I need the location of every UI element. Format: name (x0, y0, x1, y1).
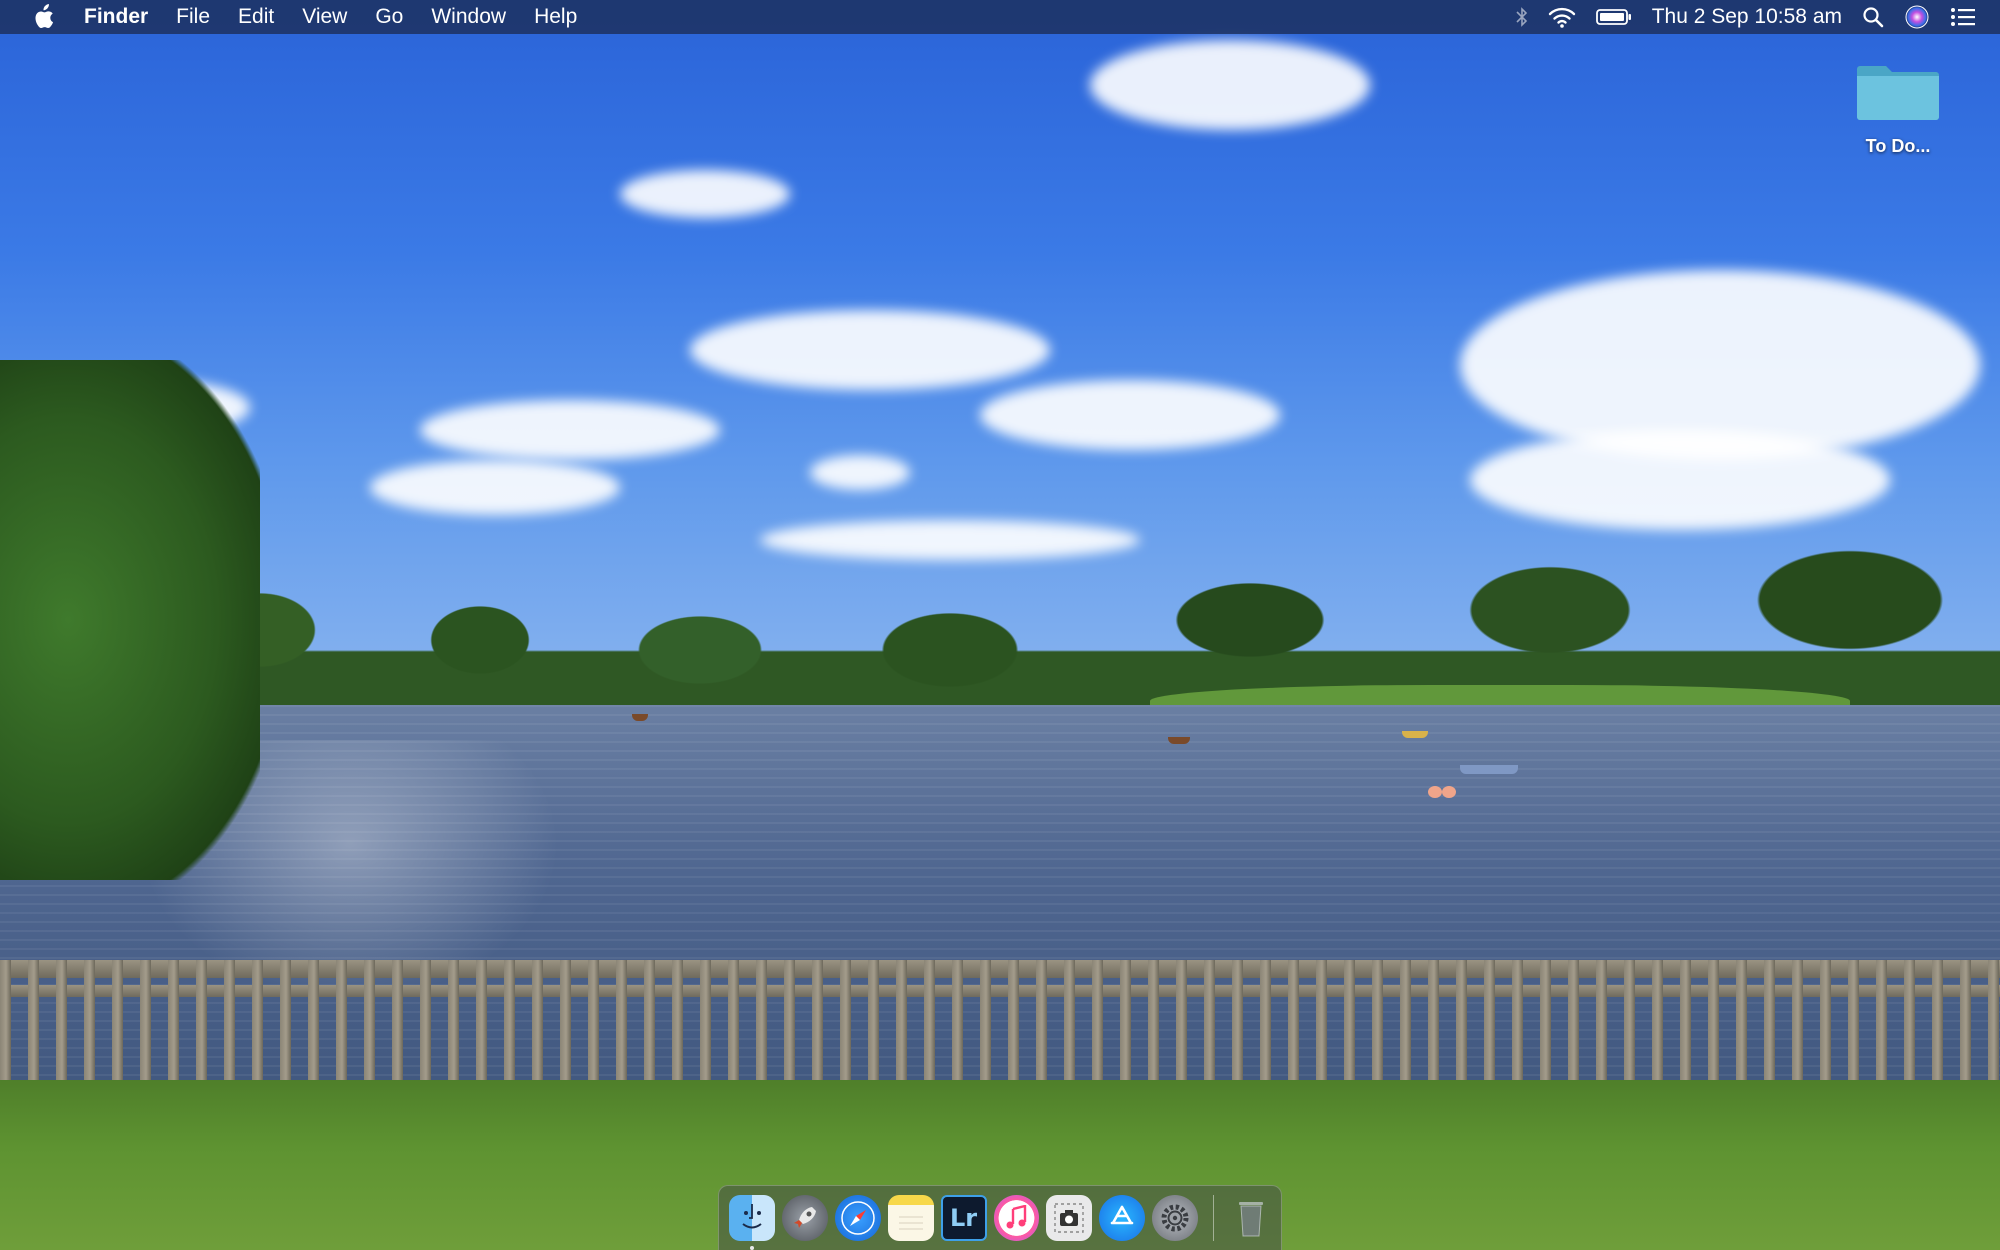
wallpaper-buoy (1442, 786, 1456, 798)
wallpaper-boat (1168, 737, 1190, 744)
running-indicator (750, 1246, 754, 1250)
menu-bar-clock[interactable]: Thu 2 Sep 10:58 am (1652, 5, 1842, 29)
notification-center-icon[interactable] (1950, 0, 1976, 34)
wallpaper-cloud (620, 170, 790, 218)
spotlight-icon[interactable] (1862, 0, 1884, 34)
wallpaper-boat (1402, 731, 1428, 738)
safari-icon (841, 1201, 875, 1235)
menu-help[interactable]: Help (534, 5, 577, 29)
apple-menu-icon[interactable] (30, 4, 56, 30)
wifi-icon[interactable] (1548, 0, 1576, 34)
launchpad-icon (793, 1207, 816, 1228)
dock-safari[interactable] (834, 1195, 881, 1241)
dock-launchpad[interactable] (781, 1195, 828, 1241)
dock-app-store[interactable] (1099, 1195, 1146, 1241)
system-preferences-icon (1161, 1204, 1189, 1232)
wallpaper-cloud (810, 455, 910, 490)
wallpaper-cloud (370, 460, 620, 515)
dock-screenshot[interactable] (1046, 1195, 1093, 1241)
dock: Lr (718, 1185, 1282, 1250)
folder-icon (1857, 66, 1939, 120)
wallpaper-boat (1460, 765, 1518, 774)
wallpaper-cloud (1090, 40, 1370, 130)
menu-view[interactable]: View (302, 5, 347, 29)
desktop-folder-to-do[interactable]: To Do... (1850, 58, 1946, 157)
dock-trash[interactable] (1228, 1195, 1274, 1241)
wallpaper-cloud (690, 310, 1050, 390)
dock-lightroom[interactable]: Lr (940, 1195, 987, 1241)
menu-bar: Finder File Edit View Go Window Help Thu… (0, 0, 2000, 34)
bluetooth-icon[interactable] (1516, 0, 1528, 34)
app-store-icon (1110, 1205, 1134, 1225)
menu-window[interactable]: Window (431, 5, 506, 29)
finder-icon (742, 1204, 762, 1229)
dock-system-preferences[interactable] (1152, 1195, 1199, 1241)
desktop[interactable]: Finder File Edit View Go Window Help Thu… (0, 0, 2000, 1250)
wallpaper-cloud (980, 380, 1280, 450)
wallpaper-left-trees (0, 360, 260, 880)
desktop-folder-label: To Do... (1865, 136, 1931, 156)
menu-app-name[interactable]: Finder (84, 5, 148, 29)
dock-notes[interactable] (887, 1195, 934, 1241)
notes-icon (898, 1216, 923, 1230)
dock-separator (1213, 1195, 1215, 1241)
dock-finder[interactable] (729, 1195, 775, 1250)
wallpaper-cloud (420, 400, 720, 460)
menu-edit[interactable]: Edit (238, 5, 274, 29)
siri-icon[interactable] (1904, 0, 1930, 34)
wallpaper-cloud (1470, 430, 1890, 530)
battery-icon[interactable] (1595, 0, 1632, 34)
itunes-icon (1006, 1205, 1027, 1229)
trash-icon (1239, 1202, 1264, 1237)
lightroom-icon: Lr (950, 1204, 978, 1232)
wallpaper-buoy (1428, 786, 1442, 798)
menu-go[interactable]: Go (375, 5, 403, 29)
menu-file[interactable]: File (176, 5, 210, 29)
screenshot-icon (1054, 1203, 1085, 1233)
dock-itunes[interactable] (993, 1195, 1040, 1241)
